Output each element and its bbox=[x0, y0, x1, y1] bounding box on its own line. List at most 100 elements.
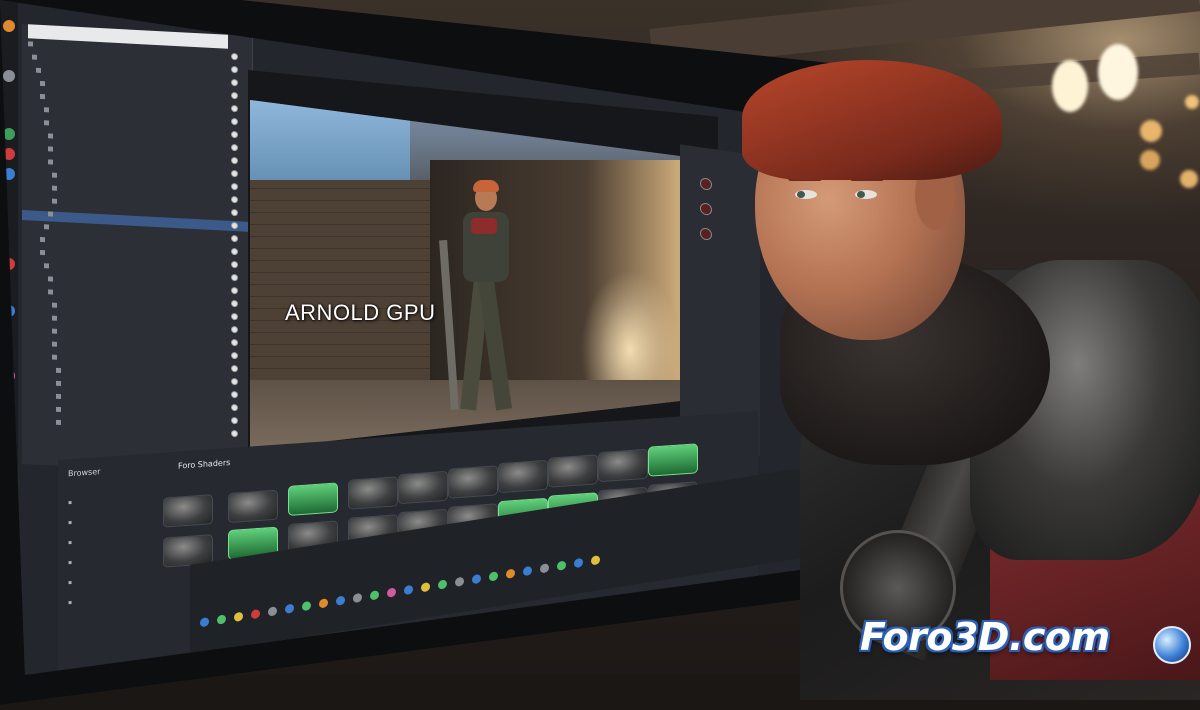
dock-app-icon[interactable] bbox=[557, 560, 566, 571]
dock-app-icon[interactable] bbox=[438, 579, 447, 590]
visibility-icon[interactable] bbox=[231, 312, 238, 321]
visibility-icon[interactable] bbox=[231, 260, 238, 269]
node-icon bbox=[44, 107, 49, 113]
dock-app-icon[interactable] bbox=[285, 603, 294, 614]
dock-app-icon[interactable] bbox=[353, 592, 362, 604]
visibility-icon[interactable] bbox=[231, 156, 238, 165]
iris bbox=[797, 191, 805, 198]
dock-app-icon[interactable] bbox=[540, 563, 549, 574]
asset-sidebar-item[interactable]: ▪ bbox=[68, 559, 72, 566]
dock-app-icon[interactable] bbox=[251, 608, 260, 620]
render-brick-wall bbox=[250, 180, 430, 380]
visibility-icon[interactable] bbox=[231, 234, 238, 243]
dock-app-icon[interactable] bbox=[506, 568, 515, 579]
visibility-icon[interactable] bbox=[231, 286, 238, 295]
dock-app-icon[interactable] bbox=[421, 581, 430, 593]
dock-app-icon[interactable] bbox=[200, 616, 209, 628]
material-thumbnail[interactable] bbox=[548, 454, 598, 488]
rendered-character bbox=[439, 180, 535, 430]
visibility-icon[interactable] bbox=[231, 416, 238, 425]
tool-icon[interactable] bbox=[3, 20, 15, 32]
node-icon bbox=[56, 367, 61, 373]
material-thumbnail[interactable] bbox=[288, 482, 338, 516]
visibility-icon[interactable] bbox=[231, 364, 238, 373]
material-thumbnail[interactable] bbox=[163, 494, 213, 528]
node-icon bbox=[48, 159, 53, 165]
dock-app-icon[interactable] bbox=[268, 606, 277, 617]
dock-app-icon[interactable] bbox=[234, 611, 243, 623]
visibility-icon[interactable] bbox=[231, 78, 238, 87]
node-icon bbox=[56, 380, 61, 386]
visibility-icon[interactable] bbox=[231, 221, 238, 230]
visibility-icon[interactable] bbox=[231, 52, 238, 61]
node-icon bbox=[52, 172, 57, 178]
visibility-icon[interactable] bbox=[231, 429, 238, 438]
dock-app-icon[interactable] bbox=[336, 595, 345, 606]
eye bbox=[795, 190, 817, 199]
node-icon bbox=[56, 419, 61, 425]
asset-sidebar-item[interactable]: ▪ bbox=[68, 599, 72, 606]
visibility-icon[interactable] bbox=[231, 338, 238, 347]
render-viewport[interactable] bbox=[250, 100, 680, 450]
visibility-icon[interactable] bbox=[231, 130, 238, 139]
material-thumbnail[interactable] bbox=[498, 459, 548, 494]
dock-app-icon[interactable] bbox=[489, 571, 498, 582]
visibility-icon[interactable] bbox=[231, 208, 238, 217]
material-thumbnail[interactable] bbox=[398, 470, 448, 505]
visibility-icon[interactable] bbox=[231, 403, 238, 412]
material-thumbnail[interactable] bbox=[228, 489, 278, 524]
node-icon bbox=[44, 120, 49, 126]
material-thumbnail[interactable] bbox=[598, 448, 648, 483]
node-icon bbox=[52, 185, 57, 191]
visibility-icon[interactable] bbox=[231, 143, 238, 152]
asset-sidebar-item[interactable]: ▪ bbox=[68, 499, 72, 506]
visibility-icon[interactable] bbox=[231, 351, 238, 360]
dock-app-icon[interactable] bbox=[523, 565, 532, 577]
visibility-icon[interactable] bbox=[231, 104, 238, 113]
material-thumbnail[interactable] bbox=[448, 465, 498, 499]
node-icon bbox=[52, 302, 57, 308]
visibility-icon[interactable] bbox=[231, 299, 238, 308]
asset-sidebar-item[interactable]: ▪ bbox=[68, 579, 72, 586]
dock-app-icon[interactable] bbox=[319, 598, 328, 609]
visibility-icon[interactable] bbox=[231, 169, 238, 178]
node-icon bbox=[32, 54, 37, 60]
asset-browser-tab[interactable]: Foro Shaders bbox=[178, 458, 230, 471]
visibility-icon[interactable] bbox=[231, 195, 238, 204]
node-icon bbox=[40, 93, 45, 100]
material-thumbnail[interactable] bbox=[348, 476, 398, 510]
node-icon bbox=[40, 249, 45, 256]
node-icon bbox=[52, 354, 57, 360]
dock-app-icon[interactable] bbox=[370, 590, 379, 601]
node-icon bbox=[40, 80, 45, 87]
visibility-icon[interactable] bbox=[231, 91, 238, 100]
dock-app-icon[interactable] bbox=[472, 573, 481, 585]
node-icon bbox=[52, 198, 57, 204]
asset-sidebar-item[interactable]: ▪ bbox=[68, 539, 72, 546]
dock-app-icon[interactable] bbox=[217, 614, 226, 625]
visibility-icon[interactable] bbox=[231, 377, 238, 386]
visibility-icon[interactable] bbox=[231, 182, 238, 191]
character-leg bbox=[478, 279, 512, 411]
dock-app-icon[interactable] bbox=[574, 557, 583, 569]
node-icon bbox=[48, 211, 53, 217]
node-icon bbox=[36, 67, 41, 73]
visibility-icon[interactable] bbox=[231, 390, 238, 399]
dock-app-icon[interactable] bbox=[404, 584, 413, 596]
tool-icon[interactable] bbox=[3, 70, 15, 82]
visibility-icon[interactable] bbox=[231, 65, 238, 74]
material-thumbnail[interactable] bbox=[648, 443, 698, 477]
visibility-icon[interactable] bbox=[231, 273, 238, 282]
node-icon bbox=[52, 341, 57, 347]
dock-app-icon[interactable] bbox=[387, 587, 396, 598]
visibility-icon[interactable] bbox=[231, 117, 238, 126]
visibility-icon[interactable] bbox=[231, 247, 238, 256]
visibility-icon[interactable] bbox=[231, 325, 238, 334]
dock-app-icon[interactable] bbox=[591, 555, 600, 566]
dock-app-icon[interactable] bbox=[455, 576, 464, 588]
dock-app-icon[interactable] bbox=[302, 600, 311, 612]
outliner-tree bbox=[22, 41, 252, 440]
person-foreground bbox=[700, 30, 1200, 700]
node-icon bbox=[44, 224, 49, 230]
asset-sidebar-item[interactable]: ▪ bbox=[68, 519, 72, 526]
